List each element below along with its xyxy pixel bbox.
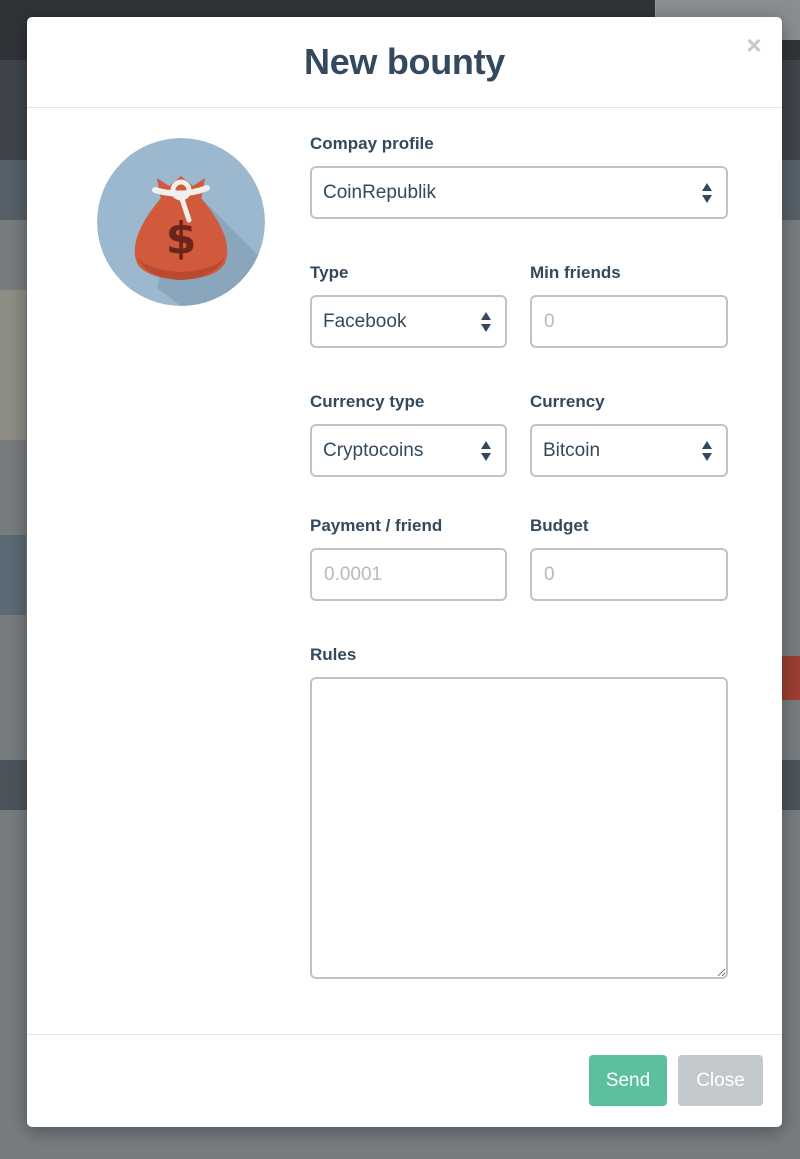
svg-text:$: $: [166, 213, 197, 264]
background-thumbnail: [0, 290, 26, 440]
money-bag-icon: $: [97, 138, 265, 306]
send-button[interactable]: Send: [589, 1055, 667, 1106]
modal-footer: Send Close: [27, 1034, 782, 1127]
currency-type-select[interactable]: Cryptocoins: [310, 424, 507, 477]
rules-textarea[interactable]: [310, 677, 728, 979]
background-thumbnail: [0, 535, 26, 615]
currency-type-value: Cryptocoins: [323, 439, 424, 461]
modal-header: New bounty ×: [27, 17, 782, 108]
modal-body: $ Compay profile CoinRepublik Type Faceb…: [27, 108, 782, 1036]
currency-type-label: Currency type: [310, 392, 425, 411]
rules-label: Rules: [310, 645, 357, 664]
payment-per-friend-label: Payment / friend: [310, 516, 443, 535]
type-select[interactable]: Facebook: [310, 295, 507, 348]
currency-select[interactable]: Bitcoin: [530, 424, 728, 477]
payment-per-friend-input[interactable]: [310, 548, 507, 601]
min-friends-label: Min friends: [530, 263, 621, 282]
currency-value: Bitcoin: [543, 439, 601, 461]
close-icon[interactable]: ×: [744, 32, 764, 58]
select-arrows-icon: [702, 182, 712, 204]
background-action-button: [780, 656, 800, 700]
type-value: Facebook: [323, 310, 407, 332]
new-bounty-modal: New bounty × $ Compay profile CoinRepubl…: [27, 17, 782, 1127]
close-button[interactable]: Close: [678, 1055, 763, 1106]
modal-title: New bounty: [304, 41, 505, 82]
select-arrows-icon: [702, 440, 712, 462]
budget-label: Budget: [530, 516, 589, 535]
company-profile-value: CoinRepublik: [323, 181, 437, 203]
type-label: Type: [310, 263, 349, 282]
select-arrows-icon: [481, 311, 491, 333]
select-arrows-icon: [481, 440, 491, 462]
company-profile-label: Compay profile: [310, 134, 434, 153]
min-friends-input[interactable]: [530, 295, 728, 348]
budget-input[interactable]: [530, 548, 728, 601]
currency-label: Currency: [530, 392, 605, 411]
company-profile-select[interactable]: CoinRepublik: [310, 166, 728, 219]
